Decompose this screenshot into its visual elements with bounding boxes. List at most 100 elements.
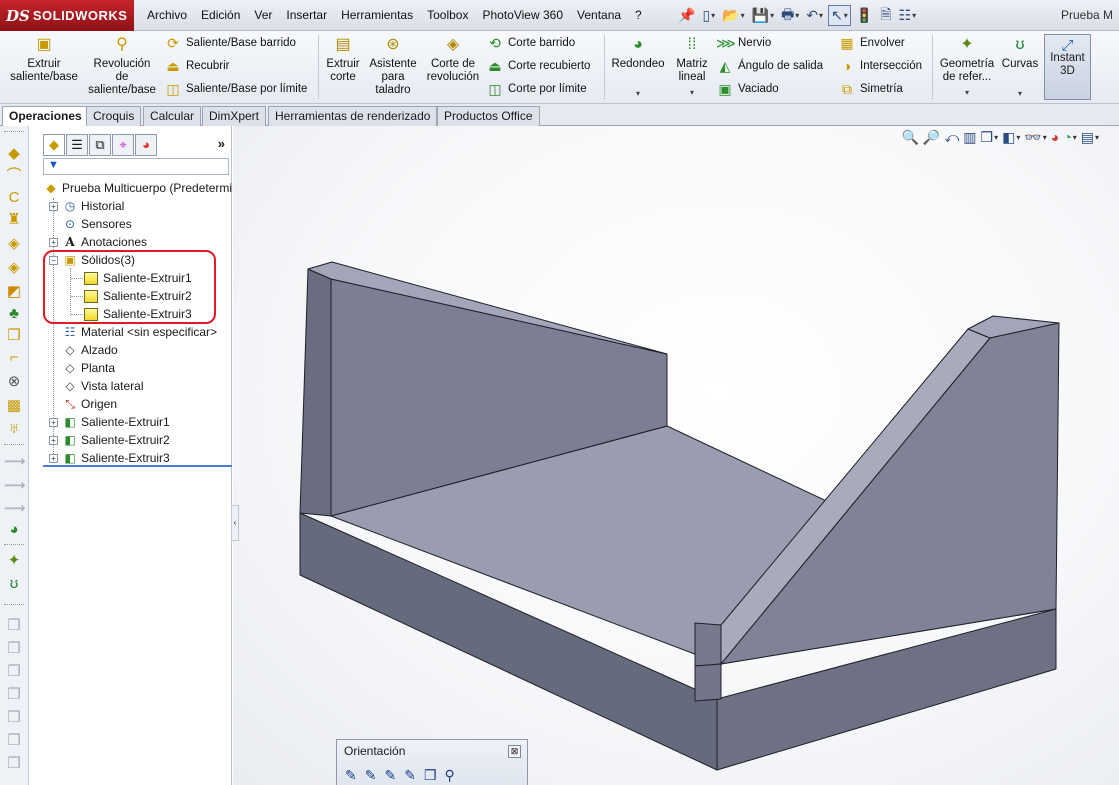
panel-expand-icon[interactable]: » — [218, 136, 225, 151]
menu-ver[interactable]: Ver — [247, 0, 279, 31]
update-view-icon[interactable]: ✎ — [365, 767, 377, 784]
tree-item-alzado[interactable]: ◇ Alzado — [49, 341, 117, 359]
interseccion-button[interactable]: ◑ Intersección — [838, 56, 922, 76]
dome-icon[interactable]: ◕ — [4, 520, 24, 540]
dimxpert-manager-icon[interactable]: ⌖ — [112, 134, 134, 156]
tab-productos-office[interactable]: Productos Office — [437, 106, 540, 126]
tree-item-planta[interactable]: ◇ Planta — [49, 359, 115, 377]
envolver-button[interactable]: ▦ Envolver — [838, 33, 904, 53]
tab-croquis[interactable]: Croquis — [86, 106, 142, 126]
save-button[interactable]: 💾 ▾ — [750, 5, 776, 26]
options-button[interactable]: ☷ ▾ — [897, 5, 919, 26]
menu-insertar[interactable]: Insertar — [279, 0, 334, 31]
extruir-corte-button[interactable]: ▤ Extruir corte — [322, 35, 364, 84]
swept-boss-icon[interactable]: C — [4, 188, 24, 208]
pin-view-icon[interactable]: ✎ — [404, 767, 416, 784]
print-button[interactable]: 🖶 ▾ — [779, 5, 801, 26]
expand-toggle[interactable]: + — [49, 435, 58, 445]
undo-button[interactable]: ↶ ▾ — [804, 5, 825, 26]
rib-icon[interactable]: ♣ — [4, 304, 24, 324]
view-cube-icon[interactable]: ❒ — [4, 616, 24, 636]
curves-icon[interactable]: ʊ — [4, 574, 24, 594]
tree-root-part[interactable]: ◆ Prueba Multicuerpo (Predeterminado) — [43, 179, 262, 197]
tab-renderizado[interactable]: Herramientas de renderizado — [268, 106, 438, 126]
feature-tree-icon[interactable]: ◆ — [43, 134, 65, 156]
open-button[interactable]: 📂 ▾ — [720, 5, 746, 26]
fillet-icon[interactable]: ◩ — [4, 282, 24, 302]
tree-item-historial[interactable]: + ◷ Historial — [49, 197, 124, 215]
simetria-button[interactable]: ⧉ Simetría — [838, 79, 903, 99]
loft-icon[interactable]: ♜ — [4, 210, 24, 230]
tree-item-feature-1[interactable]: + ◧ Saliente-Extruir1 — [49, 413, 170, 431]
view-cube-icon[interactable]: ❒ — [4, 639, 24, 659]
expand-toggle[interactable]: + — [49, 237, 58, 247]
chevron-down-icon[interactable]: ▾ — [672, 86, 712, 99]
tree-item-sensores[interactable]: ⊙ Sensores — [49, 215, 132, 233]
tree-item-material[interactable]: ☷ Material <sin especificar> — [49, 323, 217, 341]
recubrir-button[interactable]: ⏏ Recubrir — [164, 56, 229, 76]
tree-item-vista-lateral[interactable]: ◇ Vista lateral — [49, 377, 143, 395]
menu-toolbox[interactable]: Toolbox — [420, 0, 475, 31]
isometric-view-icon[interactable]: ❒ — [424, 767, 437, 784]
reset-view-icon[interactable]: ✎ — [384, 767, 396, 784]
corte-revolucion-button[interactable]: ◈ Corte de revolución — [424, 35, 482, 84]
delete-face-icon[interactable]: ⟿ — [4, 476, 26, 496]
tree-item-feature-2[interactable]: + ◧ Saliente-Extruir2 — [49, 431, 170, 449]
split-line-icon[interactable]: ⟿ — [4, 499, 26, 519]
chevron-down-icon[interactable]: ▾ — [608, 87, 668, 100]
expand-toggle[interactable]: + — [49, 417, 58, 427]
menu-edicion[interactable]: Edición — [194, 0, 247, 31]
move-face-icon[interactable]: ⟿ — [4, 452, 26, 472]
saliente-barrido-button[interactable]: ⟳ Saliente/Base barrido — [164, 33, 296, 53]
menu-ventana[interactable]: Ventana — [570, 0, 628, 31]
redondeo-button[interactable]: ◕ Redondeo ▾ — [608, 35, 668, 100]
extrude-cut-icon[interactable]: ◈ — [4, 234, 24, 254]
tab-calcular[interactable]: Calcular — [143, 106, 202, 126]
configuration-manager-icon[interactable]: ⧉ — [89, 134, 111, 156]
tab-operaciones[interactable]: Operaciones — [2, 106, 89, 127]
wrap-icon[interactable]: ▩ — [4, 396, 24, 416]
revolucion-saliente-button[interactable]: ⚲ Revolución de saliente/base — [86, 35, 158, 97]
view-cube-icon[interactable]: ❒ — [4, 685, 24, 705]
panel-splitter-handle[interactable]: ‹ — [231, 505, 239, 541]
revolved-cut-icon[interactable]: ◈ — [4, 258, 24, 278]
instant-3d-button[interactable]: ⤢ Instant 3D — [1044, 34, 1091, 100]
view-cube-icon[interactable]: ❒ — [4, 708, 24, 728]
chevron-down-icon[interactable]: ▾ — [1000, 87, 1040, 100]
file-properties-icon[interactable]: 🗎 — [878, 5, 893, 26]
menu-help[interactable]: ? — [628, 0, 649, 31]
curvas-button[interactable]: ʊ Curvas ▾ — [1000, 35, 1040, 100]
menu-archivo[interactable]: Archivo — [140, 0, 194, 31]
tree-item-origen[interactable]: ⤡ Origen — [49, 395, 117, 413]
view-cube-icon[interactable]: ❒ — [4, 662, 24, 682]
menu-photoview[interactable]: PhotoView 360 — [475, 0, 570, 31]
new-view-icon[interactable]: ✎ — [345, 767, 357, 784]
matriz-lineal-button[interactable]: ⁞⁞ Matriz lineal ▾ — [672, 35, 712, 99]
corte-limite-button[interactable]: ◫ Corte por límite — [486, 79, 586, 99]
3d-model-view[interactable] — [233, 126, 1119, 785]
tab-dimxpert[interactable]: DimXpert — [202, 106, 267, 126]
angulo-salida-button[interactable]: ◭ Ángulo de salida — [716, 56, 823, 76]
solidworks-logo[interactable]: DS SOLIDWORKS — [0, 0, 134, 31]
hole-wizard-icon[interactable]: ⊗ — [4, 372, 24, 392]
shell-icon[interactable]: ❒ — [4, 326, 24, 346]
saliente-limite-button[interactable]: ◫ Saliente/Base por límite — [164, 79, 307, 99]
tree-item-anotaciones[interactable]: + A Anotaciones — [49, 233, 147, 251]
rebuild-traffic-light-icon[interactable]: 🚦 — [854, 5, 875, 26]
reference-geometry-icon[interactable]: ✦ — [4, 551, 24, 571]
nervio-button[interactable]: ⋙ Nervio — [716, 33, 771, 53]
rollback-bar[interactable] — [43, 465, 232, 467]
select-button[interactable]: ↖ ▾ — [828, 5, 851, 26]
geometria-referencia-button[interactable]: ✦ Geometría de refer... ▾ — [936, 35, 998, 99]
property-manager-icon[interactable]: ☰ — [66, 134, 88, 156]
expand-toggle[interactable]: + — [49, 201, 58, 211]
normal-to-icon[interactable]: ⚲ — [445, 767, 455, 784]
corte-barrido-button[interactable]: ⟲ Corte barrido — [486, 33, 575, 53]
revolve-boss-icon[interactable]: ⌒ — [4, 166, 24, 186]
close-icon[interactable]: ⊠ — [508, 745, 521, 758]
display-manager-icon[interactable]: ◕ — [135, 134, 157, 156]
pin-icon[interactable]: 📌 — [676, 5, 697, 26]
view-cube-icon[interactable]: ❒ — [4, 731, 24, 751]
corte-recubierto-button[interactable]: ⏏ Corte recubierto — [486, 56, 590, 76]
vaciado-button[interactable]: ▣ Vaciado — [716, 79, 778, 99]
